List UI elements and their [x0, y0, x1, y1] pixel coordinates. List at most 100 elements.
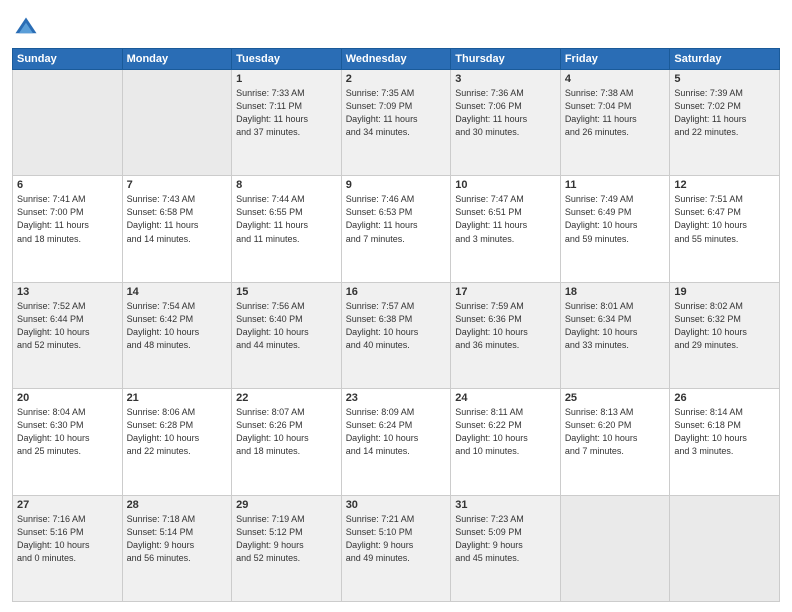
day-info: Sunrise: 7:33 AM Sunset: 7:11 PM Dayligh…: [236, 87, 337, 139]
day-cell: 29Sunrise: 7:19 AM Sunset: 5:12 PM Dayli…: [232, 495, 342, 601]
day-info: Sunrise: 8:09 AM Sunset: 6:24 PM Dayligh…: [346, 406, 447, 458]
day-cell: 10 Sunrise: 7:47 AM Sunset: 6:51 PM Dayli…: [451, 176, 561, 282]
day-info: Sunrise: 8:02 AM Sunset: 6:32 PM Dayligh…: [674, 300, 775, 352]
day-cell: 11Sunrise: 7:49 AM Sunset: 6:49 PM Dayli…: [560, 176, 670, 282]
day-info: Sunrise: 8:04 AM Sunset: 6:30 PM Dayligh…: [17, 406, 118, 458]
day-cell: 22 Sunrise: 8:07 AM Sunset: 6:26 PM Dayli…: [232, 389, 342, 495]
day-cell: 12Sunrise: 7:51 AM Sunset: 6:47 PM Dayli…: [670, 176, 780, 282]
day-number: 1: [236, 73, 337, 85]
day-cell: [670, 495, 780, 601]
day-number: 15: [236, 286, 337, 298]
day-info: Sunrise: 8:06 AM Sunset: 6:28 PM Dayligh…: [127, 406, 228, 458]
day-cell: 30 Sunrise: 7:21 AM Sunset: 5:10 PM Dayli…: [341, 495, 451, 601]
day-cell: 8 Sunrise: 7:44 AM Sunset: 6:55 PM Daylig…: [232, 176, 342, 282]
day-number: 27: [17, 499, 118, 511]
day-info: Sunrise: 7:41 AM Sunset: 7:00 PM Dayligh…: [17, 193, 118, 245]
week-row-5: 27 Sunrise: 7:16 AM Sunset: 5:16 PM Dayli…: [13, 495, 780, 601]
day-number: 14: [127, 286, 228, 298]
day-cell: 17 Sunrise: 7:59 AM Sunset: 6:36 PM Dayli…: [451, 282, 561, 388]
col-header-friday: Friday: [560, 49, 670, 70]
header-row: SundayMondayTuesdayWednesdayThursdayFrid…: [13, 49, 780, 70]
day-info: Sunrise: 7:38 AM Sunset: 7:04 PM Dayligh…: [565, 87, 666, 139]
logo: [12, 14, 42, 42]
col-header-wednesday: Wednesday: [341, 49, 451, 70]
day-number: 8: [236, 179, 337, 191]
day-info: Sunrise: 7:21 AM Sunset: 5:10 PM Dayligh…: [346, 513, 447, 565]
day-number: 3: [455, 73, 556, 85]
day-cell: 23 Sunrise: 8:09 AM Sunset: 6:24 PM Dayli…: [341, 389, 451, 495]
day-number: 7: [127, 179, 228, 191]
day-info: Sunrise: 8:13 AM Sunset: 6:20 PM Dayligh…: [565, 406, 666, 458]
calendar-table: SundayMondayTuesdayWednesdayThursdayFrid…: [12, 48, 780, 602]
day-number: 22: [236, 392, 337, 404]
col-header-monday: Monday: [122, 49, 232, 70]
day-number: 11: [565, 179, 666, 191]
day-info: Sunrise: 7:44 AM Sunset: 6:55 PM Dayligh…: [236, 193, 337, 245]
day-cell: 18 Sunrise: 8:01 AM Sunset: 6:34 PM Dayli…: [560, 282, 670, 388]
day-info: Sunrise: 7:43 AM Sunset: 6:58 PM Dayligh…: [127, 193, 228, 245]
day-number: 17: [455, 286, 556, 298]
day-cell: 2 Sunrise: 7:35 AM Sunset: 7:09 PM Daylig…: [341, 70, 451, 176]
day-number: 10: [455, 179, 556, 191]
day-cell: 4 Sunrise: 7:38 AM Sunset: 7:04 PM Daylig…: [560, 70, 670, 176]
header: [12, 10, 780, 42]
day-cell: 28Sunrise: 7:18 AM Sunset: 5:14 PM Dayli…: [122, 495, 232, 601]
day-number: 23: [346, 392, 447, 404]
day-info: Sunrise: 7:54 AM Sunset: 6:42 PM Dayligh…: [127, 300, 228, 352]
day-info: Sunrise: 7:52 AM Sunset: 6:44 PM Dayligh…: [17, 300, 118, 352]
day-cell: 7 Sunrise: 7:43 AM Sunset: 6:58 PM Daylig…: [122, 176, 232, 282]
day-cell: 9 Sunrise: 7:46 AM Sunset: 6:53 PM Daylig…: [341, 176, 451, 282]
day-info: Sunrise: 7:57 AM Sunset: 6:38 PM Dayligh…: [346, 300, 447, 352]
day-info: Sunrise: 7:59 AM Sunset: 6:36 PM Dayligh…: [455, 300, 556, 352]
day-number: 25: [565, 392, 666, 404]
day-cell: 26 Sunrise: 8:14 AM Sunset: 6:18 PM Dayli…: [670, 389, 780, 495]
day-info: Sunrise: 8:01 AM Sunset: 6:34 PM Dayligh…: [565, 300, 666, 352]
day-number: 19: [674, 286, 775, 298]
day-info: Sunrise: 7:18 AM Sunset: 5:14 PM Dayligh…: [127, 513, 228, 565]
day-number: 24: [455, 392, 556, 404]
day-cell: [560, 495, 670, 601]
week-row-3: 13Sunrise: 7:52 AM Sunset: 6:44 PM Dayli…: [13, 282, 780, 388]
day-info: Sunrise: 7:35 AM Sunset: 7:09 PM Dayligh…: [346, 87, 447, 139]
day-cell: 3Sunrise: 7:36 AM Sunset: 7:06 PM Daylig…: [451, 70, 561, 176]
logo-icon: [12, 14, 40, 42]
col-header-saturday: Saturday: [670, 49, 780, 70]
day-cell: [13, 70, 123, 176]
day-info: Sunrise: 7:46 AM Sunset: 6:53 PM Dayligh…: [346, 193, 447, 245]
day-cell: 27 Sunrise: 7:16 AM Sunset: 5:16 PM Dayli…: [13, 495, 123, 601]
day-cell: 1 Sunrise: 7:33 AM Sunset: 7:11 PM Daylig…: [232, 70, 342, 176]
day-cell: 16 Sunrise: 7:57 AM Sunset: 6:38 PM Dayli…: [341, 282, 451, 388]
day-info: Sunrise: 8:14 AM Sunset: 6:18 PM Dayligh…: [674, 406, 775, 458]
day-cell: 15 Sunrise: 7:56 AM Sunset: 6:40 PM Dayli…: [232, 282, 342, 388]
day-number: 12: [674, 179, 775, 191]
day-number: 9: [346, 179, 447, 191]
day-info: Sunrise: 7:16 AM Sunset: 5:16 PM Dayligh…: [17, 513, 118, 565]
day-cell: 6 Sunrise: 7:41 AM Sunset: 7:00 PM Daylig…: [13, 176, 123, 282]
day-number: 26: [674, 392, 775, 404]
day-cell: 20 Sunrise: 8:04 AM Sunset: 6:30 PM Dayli…: [13, 389, 123, 495]
day-info: Sunrise: 8:07 AM Sunset: 6:26 PM Dayligh…: [236, 406, 337, 458]
day-number: 18: [565, 286, 666, 298]
day-cell: 31Sunrise: 7:23 AM Sunset: 5:09 PM Dayli…: [451, 495, 561, 601]
week-row-1: 1 Sunrise: 7:33 AM Sunset: 7:11 PM Daylig…: [13, 70, 780, 176]
day-number: 20: [17, 392, 118, 404]
day-cell: [122, 70, 232, 176]
day-number: 2: [346, 73, 447, 85]
day-number: 4: [565, 73, 666, 85]
day-cell: 14 Sunrise: 7:54 AM Sunset: 6:42 PM Dayli…: [122, 282, 232, 388]
day-number: 30: [346, 499, 447, 511]
day-cell: 21Sunrise: 8:06 AM Sunset: 6:28 PM Dayli…: [122, 389, 232, 495]
day-number: 6: [17, 179, 118, 191]
col-header-sunday: Sunday: [13, 49, 123, 70]
day-info: Sunrise: 7:19 AM Sunset: 5:12 PM Dayligh…: [236, 513, 337, 565]
day-info: Sunrise: 7:47 AM Sunset: 6:51 PM Dayligh…: [455, 193, 556, 245]
day-info: Sunrise: 7:39 AM Sunset: 7:02 PM Dayligh…: [674, 87, 775, 139]
day-cell: 19 Sunrise: 8:02 AM Sunset: 6:32 PM Dayli…: [670, 282, 780, 388]
col-header-thursday: Thursday: [451, 49, 561, 70]
day-number: 16: [346, 286, 447, 298]
page: SundayMondayTuesdayWednesdayThursdayFrid…: [0, 0, 792, 612]
day-info: Sunrise: 7:56 AM Sunset: 6:40 PM Dayligh…: [236, 300, 337, 352]
day-cell: 5Sunrise: 7:39 AM Sunset: 7:02 PM Daylig…: [670, 70, 780, 176]
day-info: Sunrise: 8:11 AM Sunset: 6:22 PM Dayligh…: [455, 406, 556, 458]
day-info: Sunrise: 7:23 AM Sunset: 5:09 PM Dayligh…: [455, 513, 556, 565]
